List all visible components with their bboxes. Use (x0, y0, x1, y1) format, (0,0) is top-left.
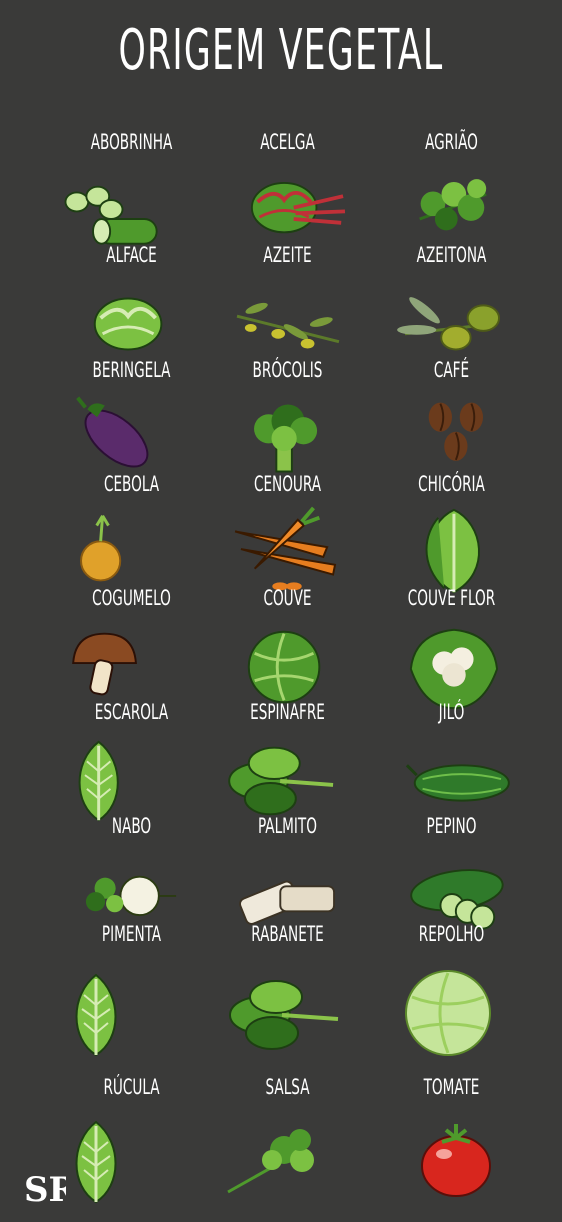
vegetable-label: COGUMELO (92, 586, 171, 610)
vegetable-item: PEPINO (358, 814, 545, 930)
vegetable-label: REPOLHO (418, 922, 485, 946)
vegetable-label: RÚCULA (103, 1075, 160, 1099)
vegetable-item: REPOLHO (358, 922, 545, 1056)
vegetable-label: PALMITO (258, 814, 317, 838)
vegetable-item: CENOURA (194, 472, 381, 591)
vegetable-item: AGRIÃO (358, 130, 545, 231)
vegetable-label: BERINGELA (92, 358, 171, 382)
cabbage-icon (358, 954, 545, 1076)
vegetable-label: CHICÓRIA (418, 472, 485, 496)
vegetable-label: CAFÉ (433, 358, 470, 382)
vegetable-label: ESPINAFRE (250, 700, 325, 724)
vegetable-label: ACELGA (260, 130, 315, 154)
vegetable-label: ABOBRINHA (90, 130, 173, 154)
vegetable-item: RABANETE (194, 922, 381, 1050)
vegetable-label: AGRIÃO (425, 130, 478, 154)
vegetable-item: COUVE (194, 586, 381, 704)
vegetable-item: BRÓCOLIS (194, 358, 381, 473)
vegetable-label: PEPINO (426, 814, 477, 838)
vegetable-item: PALMITO (194, 814, 381, 925)
vegetable-item: ESPINAFRE (194, 700, 381, 816)
vegetable-item: AZEITE (194, 243, 381, 349)
page-title: ORIGEM VEGETAL (118, 18, 444, 83)
vegetable-item: CAFÉ (358, 358, 545, 461)
tomato-icon (358, 1107, 545, 1217)
vegetable-label: COUVE (263, 586, 312, 610)
vegetable-item: AZEITONA (358, 243, 545, 351)
vegetable-label: BRÓCOLIS (252, 358, 323, 382)
logo-text: SR (24, 1170, 66, 1209)
vegetable-label: AZEITE (263, 243, 312, 267)
vegetable-item: COUVE FLOR (358, 586, 545, 710)
vegetable-item: CHICÓRIA (358, 472, 545, 594)
vegetable-label: TOMATE (423, 1075, 480, 1099)
vegetable-label: JILÓ (438, 700, 465, 724)
parsley-icon (194, 1107, 381, 1217)
sr-logo-icon: SR (22, 1165, 78, 1210)
vegetable-item: SALSA (194, 1075, 381, 1194)
vegetable-item: ACELGA (194, 130, 381, 234)
vegetable-label: ESCAROLA (94, 700, 169, 724)
vegetable-label: SALSA (265, 1075, 310, 1099)
vegetable-label: AZEITONA (416, 243, 487, 267)
vegetable-label: COUVE FLOR (407, 586, 496, 610)
vegetable-label: PIMENTA (101, 922, 162, 946)
vegetable-label: NABO (111, 814, 152, 838)
vegetable-label: RABANETE (251, 922, 324, 946)
vegetable-label: CEBOLA (103, 472, 160, 496)
vegetable-label: CENOURA (253, 472, 322, 496)
vegetable-item: JILÓ (358, 700, 545, 802)
vegetable-item: TOMATE (358, 1075, 545, 1197)
vegetable-label: ALFACE (106, 243, 157, 267)
spinach-bunch-icon (194, 954, 381, 1076)
